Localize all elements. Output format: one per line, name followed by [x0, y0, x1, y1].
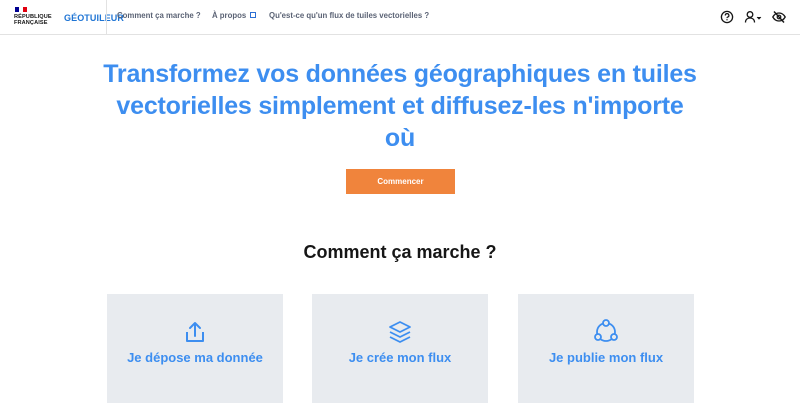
eye-off-icon[interactable]	[771, 9, 787, 25]
step-card-publish[interactable]: Je publie mon flux	[518, 294, 694, 403]
step-card-upload[interactable]: Je dépose ma donnée	[107, 294, 283, 403]
site-name[interactable]: GÉOTUILEUR	[64, 13, 124, 23]
step-label: Je publie mon flux	[548, 350, 664, 365]
step-label: Je dépose ma donnée	[127, 350, 263, 365]
nav-how-it-works[interactable]: Comment ça marche ?	[117, 11, 201, 20]
share-nodes-icon	[592, 318, 620, 346]
how-it-works-title: Comment ça marche ?	[303, 242, 497, 262]
site-header: RÉPUBLIQUE FRANÇAISE GÉOTUILEUR Comment …	[0, 0, 800, 35]
help-icon[interactable]	[719, 9, 735, 25]
user-menu-icon[interactable]	[743, 9, 765, 25]
header-divider	[106, 0, 107, 35]
step-card-create[interactable]: Je crée mon flux	[312, 294, 488, 403]
french-flag-icon	[15, 7, 27, 12]
nav-about[interactable]: À propos	[212, 11, 257, 20]
hero-title: Transformez vos données géographiques en…	[103, 60, 697, 152]
upload-icon	[181, 318, 209, 346]
nav-vector-tiles-info[interactable]: Qu'est-ce qu'un flux de tuiles vectoriel…	[269, 11, 429, 20]
layers-icon	[386, 318, 414, 346]
republic-label: RÉPUBLIQUE FRANÇAISE	[14, 14, 52, 26]
external-link-icon	[250, 12, 257, 18]
start-button[interactable]: Commencer	[346, 169, 455, 194]
step-label: Je crée mon flux	[348, 350, 452, 365]
